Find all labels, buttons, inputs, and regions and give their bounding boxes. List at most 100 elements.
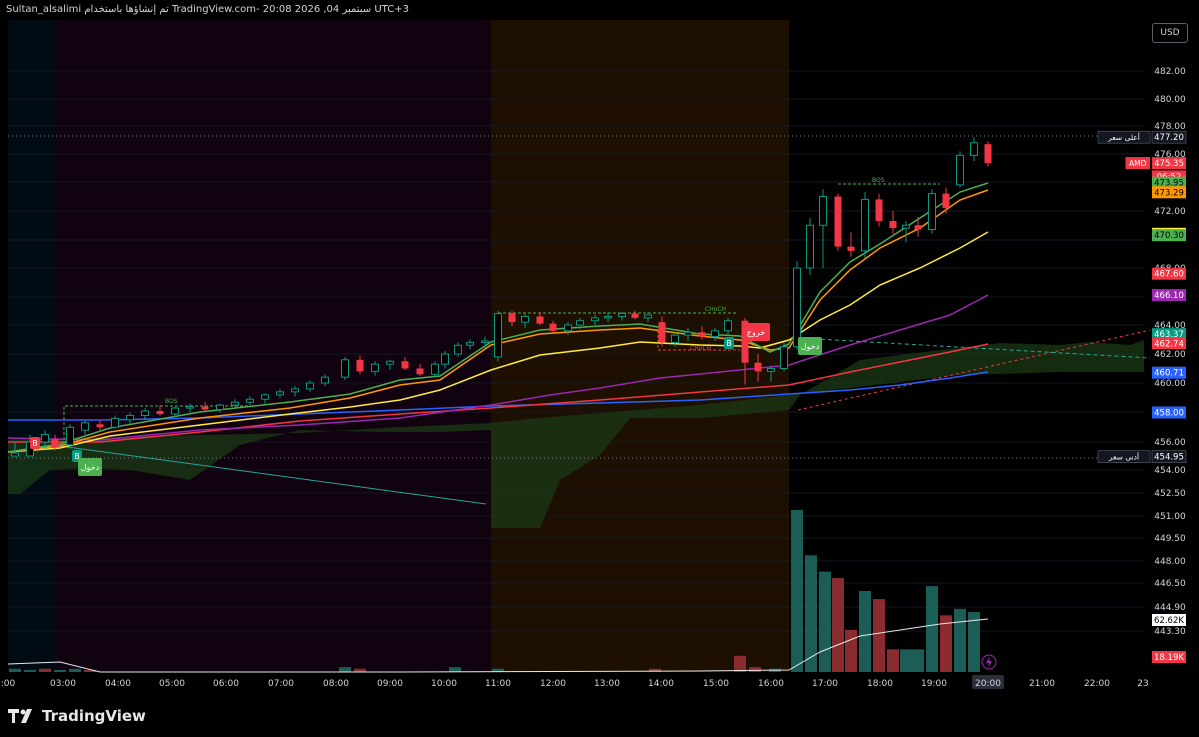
candle-body — [291, 388, 299, 393]
candle-body — [780, 346, 788, 369]
candle-body — [371, 363, 379, 372]
candle-body — [276, 391, 284, 396]
time-tick-label: 19:00 — [921, 679, 947, 689]
exit-badge-text: خروج — [747, 328, 765, 337]
candle-body — [819, 196, 827, 226]
volume-bar-up — [9, 668, 21, 672]
bullish-candle — [793, 260, 801, 350]
bullish-candle — [928, 189, 936, 234]
candle-body — [889, 220, 897, 229]
candle-body — [711, 330, 719, 338]
price-label: 475.35 AMD — [1125, 157, 1186, 170]
volume-label: 18.19K — [1152, 651, 1186, 663]
candle-body — [956, 154, 964, 186]
candle-body — [847, 246, 855, 251]
candle-body — [341, 359, 349, 378]
entry-badge-right: دخول — [798, 337, 822, 355]
candle-body — [564, 324, 572, 332]
tradingview-logo[interactable]: TradingView — [8, 705, 146, 727]
candle-body — [671, 334, 679, 343]
price-tick-label: 460.00 — [1154, 379, 1186, 389]
candle-body — [96, 424, 104, 428]
candle-body — [171, 407, 179, 415]
candle-body — [466, 341, 474, 346]
entry-badge-left-text: دخول — [81, 463, 100, 472]
price-label: 477.20 أعلى سعر — [1097, 130, 1187, 144]
candle-body — [494, 313, 502, 358]
time-tick-label: 16:00 — [758, 679, 784, 689]
candle-body — [454, 344, 462, 355]
candle-body — [401, 361, 409, 369]
candle-body — [81, 422, 89, 431]
price-tick-label: 462.00 — [1154, 350, 1186, 360]
candle-body — [942, 193, 950, 209]
price-label-tag: AMD — [1129, 159, 1147, 168]
candle-body — [618, 313, 626, 317]
volume-label-value: 18.19K — [1154, 653, 1184, 663]
price-tick-label: 451.00 — [1154, 512, 1186, 522]
volume-bar-down — [832, 578, 844, 672]
price-tick-label: 482.00 — [1154, 67, 1186, 77]
sell-marker: B — [30, 437, 40, 449]
candle-body — [536, 316, 544, 324]
time-tick-label: 05:00 — [159, 679, 185, 689]
candle-body — [386, 360, 394, 365]
time-tick-label: 03:00 — [50, 679, 76, 689]
volume-bar-up — [859, 591, 871, 672]
bearish-candle — [834, 193, 842, 251]
candle-body — [261, 394, 269, 400]
volume-bar-down — [734, 655, 746, 672]
candle-body — [793, 267, 801, 348]
time-tick-label: :00 — [1, 679, 16, 689]
tradingview-logo-text: TradingView — [42, 707, 146, 725]
candle-body — [684, 331, 692, 336]
candle-body — [51, 439, 59, 448]
candle-body — [156, 411, 164, 414]
candle-body — [441, 353, 449, 365]
candle-body — [356, 359, 364, 372]
time-tick-label: 08:00 — [323, 679, 349, 689]
candle-body — [141, 410, 149, 416]
time-tick-label: 23 — [1137, 679, 1148, 689]
candle-body — [724, 320, 732, 332]
currency-button[interactable]: USD — [1152, 23, 1188, 43]
price-tick-label: 449.50 — [1154, 534, 1186, 544]
price-axis: 482.00480.00478.00476.00474.00472.00468.… — [1154, 67, 1186, 637]
time-tick-label: 22:00 — [1084, 679, 1110, 689]
candle-body — [984, 144, 992, 164]
time-tick-label: 14:00 — [648, 679, 674, 689]
candle-body — [806, 224, 814, 269]
price-label: 473.29 — [1152, 186, 1186, 199]
candle-body — [231, 401, 239, 406]
time-tick-label: 18:00 — [867, 679, 893, 689]
price-tick-label: 446.50 — [1154, 579, 1186, 589]
candle-body — [246, 398, 254, 403]
price-label: 460.71 — [1152, 366, 1186, 379]
price-tick-label: 480.00 — [1154, 95, 1186, 105]
price-label: 467.60 — [1152, 267, 1186, 280]
volume-bar-up — [926, 586, 938, 672]
candle-body — [928, 193, 936, 231]
candle-body — [216, 404, 224, 411]
bullish-candle — [341, 356, 349, 381]
volume-bar-up — [912, 649, 924, 672]
candle-body — [644, 314, 652, 319]
time-tick-label: 11:00 — [485, 679, 511, 689]
choch-label-bottom: CHoCH — [690, 345, 711, 352]
bullish-candle — [66, 424, 74, 449]
bos-label-right: BOS — [872, 177, 885, 184]
buy-marker-right-text: B — [726, 339, 732, 348]
price-label: 458.00 — [1152, 406, 1186, 419]
volume-bar-up — [900, 649, 912, 672]
entry-badge-left: دخول — [78, 458, 102, 476]
volume-bar-up — [339, 667, 351, 672]
price-tick-label: 443.30 — [1154, 627, 1186, 637]
price-label-value: 466.10 — [1154, 291, 1184, 301]
bos-label-left: BOS — [165, 398, 178, 405]
price-chart[interactable]: BOSCHoCHCHoCHBOSBBدخولBخروجدخول482.00480… — [0, 0, 1199, 737]
time-axis: :00 03:00 04:00 05:00 06:00 07:00 08:00 09:00 10… — [1, 675, 1149, 689]
price-label-value: 477.20 — [1154, 133, 1184, 143]
exit-badge: خروج — [742, 323, 770, 341]
bearish-candle — [984, 141, 992, 167]
candle-body — [321, 376, 329, 384]
